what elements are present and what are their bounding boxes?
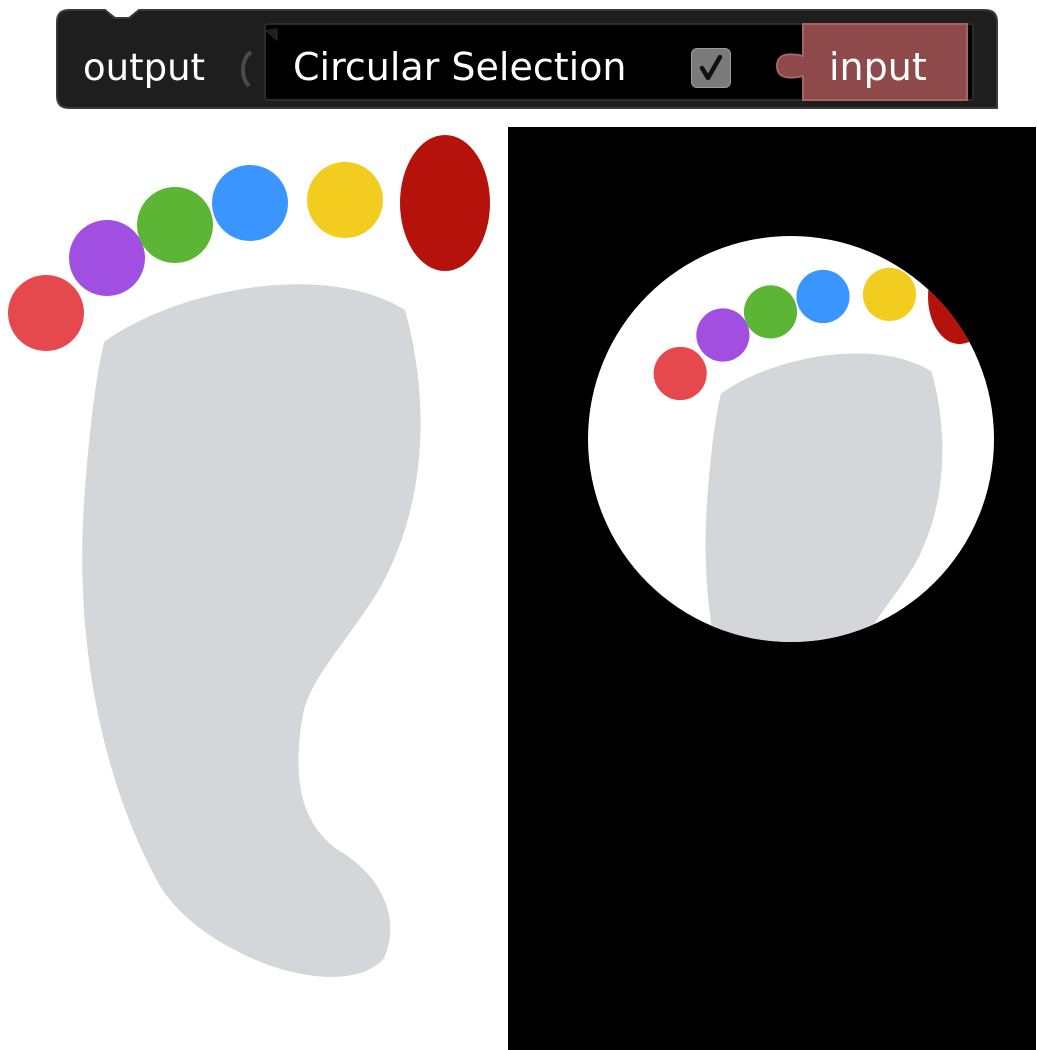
circular-selection-block[interactable]: output Circular Selection input xyxy=(55,8,999,110)
toe-red xyxy=(8,275,84,351)
output-label: output xyxy=(83,46,206,89)
toe-dark-red xyxy=(400,135,490,271)
output-preview xyxy=(508,127,1036,1050)
source-image xyxy=(0,118,505,1050)
block-title: Circular Selection xyxy=(293,45,627,89)
toe-blue xyxy=(212,165,288,241)
toe-green xyxy=(137,187,213,263)
toe-yellow xyxy=(307,162,383,238)
checkmark-icon xyxy=(699,54,723,81)
enable-checkbox[interactable] xyxy=(691,48,731,88)
toe-purple xyxy=(69,220,145,296)
foot-shape xyxy=(82,284,421,977)
input-socket-label[interactable]: input xyxy=(829,36,927,98)
